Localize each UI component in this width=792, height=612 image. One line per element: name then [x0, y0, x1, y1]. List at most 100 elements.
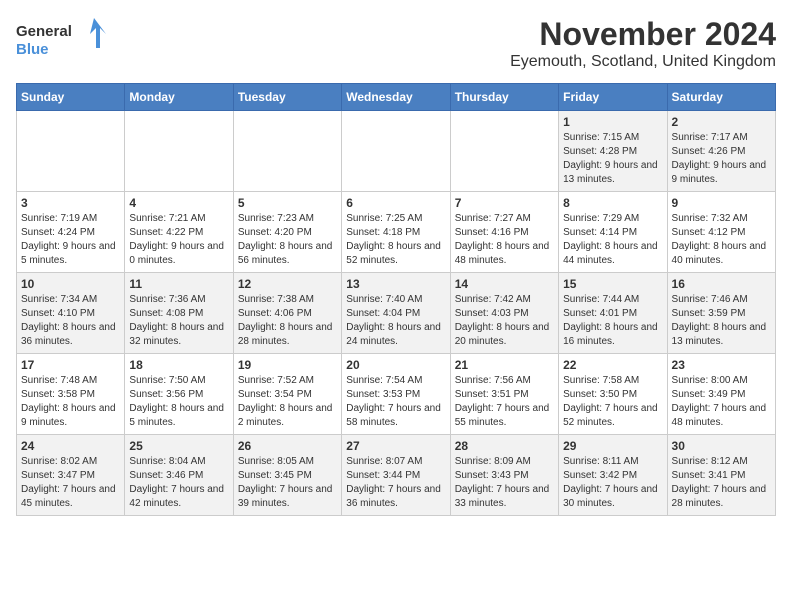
day-number: 1: [563, 115, 662, 129]
day-info: Sunrise: 7:58 AMSunset: 3:50 PMDaylight:…: [563, 374, 662, 430]
day-info: Sunrise: 7:19 AMSunset: 4:24 PMDaylight:…: [21, 212, 120, 268]
day-info: Sunrise: 7:36 AMSunset: 4:08 PMDaylight:…: [129, 293, 228, 349]
week-row-4: 24 Sunrise: 8:02 AMSunset: 3:47 PMDayligh…: [17, 435, 776, 516]
header-day-monday: Monday: [125, 84, 233, 111]
calendar-cell: 18 Sunrise: 7:50 AMSunset: 3:56 PMDayligh…: [125, 354, 233, 435]
day-info: Sunrise: 7:23 AMSunset: 4:20 PMDaylight:…: [238, 212, 337, 268]
day-number: 27: [346, 439, 445, 453]
calendar-cell: 22 Sunrise: 7:58 AMSunset: 3:50 PMDayligh…: [559, 354, 667, 435]
day-number: 19: [238, 358, 337, 372]
day-info: Sunrise: 7:50 AMSunset: 3:56 PMDaylight:…: [129, 374, 228, 430]
day-number: 14: [455, 277, 554, 291]
day-number: 5: [238, 196, 337, 210]
calendar-header: SundayMondayTuesdayWednesdayThursdayFrid…: [17, 84, 776, 111]
day-info: Sunrise: 8:02 AMSunset: 3:47 PMDaylight:…: [21, 455, 120, 511]
day-info: Sunrise: 7:38 AMSunset: 4:06 PMDaylight:…: [238, 293, 337, 349]
day-info: Sunrise: 7:54 AMSunset: 3:53 PMDaylight:…: [346, 374, 445, 430]
calendar-cell: 2 Sunrise: 7:17 AMSunset: 4:26 PMDaylight…: [667, 111, 775, 192]
day-number: 25: [129, 439, 228, 453]
day-number: 22: [563, 358, 662, 372]
day-number: 16: [672, 277, 771, 291]
day-info: Sunrise: 8:11 AMSunset: 3:42 PMDaylight:…: [563, 455, 662, 511]
day-number: 29: [563, 439, 662, 453]
day-info: Sunrise: 7:42 AMSunset: 4:03 PMDaylight:…: [455, 293, 554, 349]
day-info: Sunrise: 7:56 AMSunset: 3:51 PMDaylight:…: [455, 374, 554, 430]
day-number: 12: [238, 277, 337, 291]
day-number: 28: [455, 439, 554, 453]
calendar-cell: 26Sunrise: 8:05 AMSunset: 3:45 PMDayligh…: [233, 435, 341, 516]
calendar-cell: 24 Sunrise: 8:02 AMSunset: 3:47 PMDayligh…: [17, 435, 125, 516]
day-number: 4: [129, 196, 228, 210]
day-info: Sunrise: 8:09 AMSunset: 3:43 PMDaylight:…: [455, 455, 554, 511]
day-number: 23: [672, 358, 771, 372]
day-number: 24: [21, 439, 120, 453]
day-info: Sunrise: 7:29 AMSunset: 4:14 PMDaylight:…: [563, 212, 662, 268]
header-day-sunday: Sunday: [17, 84, 125, 111]
calendar-cell: 8 Sunrise: 7:29 AMSunset: 4:14 PMDaylight…: [559, 192, 667, 273]
week-row-1: 3 Sunrise: 7:19 AMSunset: 4:24 PMDaylight…: [17, 192, 776, 273]
day-info: Sunrise: 7:17 AMSunset: 4:26 PMDaylight:…: [672, 131, 771, 187]
day-number: 10: [21, 277, 120, 291]
day-number: 6: [346, 196, 445, 210]
day-info: Sunrise: 7:27 AMSunset: 4:16 PMDaylight:…: [455, 212, 554, 268]
header-day-wednesday: Wednesday: [342, 84, 450, 111]
calendar-cell: 13Sunrise: 7:40 AMSunset: 4:04 PMDayligh…: [342, 273, 450, 354]
calendar-cell: 19 Sunrise: 7:52 AMSunset: 3:54 PMDayligh…: [233, 354, 341, 435]
day-number: 13: [346, 277, 445, 291]
day-number: 8: [563, 196, 662, 210]
day-number: 17: [21, 358, 120, 372]
header-day-friday: Friday: [559, 84, 667, 111]
calendar-cell: [17, 111, 125, 192]
day-number: 9: [672, 196, 771, 210]
week-row-2: 10 Sunrise: 7:34 AMSunset: 4:10 PMDayligh…: [17, 273, 776, 354]
day-info: Sunrise: 7:21 AMSunset: 4:22 PMDaylight:…: [129, 212, 228, 268]
calendar-cell: 10 Sunrise: 7:34 AMSunset: 4:10 PMDayligh…: [17, 273, 125, 354]
day-number: 2: [672, 115, 771, 129]
header: General Blue November 2024 Eyemouth, Sco…: [16, 16, 776, 71]
week-row-0: 1 Sunrise: 7:15 AMSunset: 4:28 PMDaylight…: [17, 111, 776, 192]
day-number: 18: [129, 358, 228, 372]
day-info: Sunrise: 7:44 AMSunset: 4:01 PMDaylight:…: [563, 293, 662, 349]
calendar-cell: 28 Sunrise: 8:09 AMSunset: 3:43 PMDayligh…: [450, 435, 558, 516]
day-number: 30: [672, 439, 771, 453]
calendar-cell: 25 Sunrise: 8:04 AMSunset: 3:46 PMDayligh…: [125, 435, 233, 516]
calendar-cell: 15Sunrise: 7:44 AMSunset: 4:01 PMDayligh…: [559, 273, 667, 354]
calendar-cell: 27Sunrise: 8:07 AMSunset: 3:44 PMDayligh…: [342, 435, 450, 516]
calendar-cell: [233, 111, 341, 192]
calendar-body: 1 Sunrise: 7:15 AMSunset: 4:28 PMDaylight…: [17, 111, 776, 516]
day-info: Sunrise: 7:34 AMSunset: 4:10 PMDaylight:…: [21, 293, 120, 349]
calendar-cell: 7Sunrise: 7:27 AMSunset: 4:16 PMDaylight…: [450, 192, 558, 273]
week-row-3: 17 Sunrise: 7:48 AMSunset: 3:58 PMDayligh…: [17, 354, 776, 435]
calendar-cell: 16Sunrise: 7:46 AMSunset: 3:59 PMDayligh…: [667, 273, 775, 354]
title-section: November 2024 Eyemouth, Scotland, United…: [510, 16, 776, 71]
day-info: Sunrise: 8:12 AMSunset: 3:41 PMDaylight:…: [672, 455, 771, 511]
header-day-saturday: Saturday: [667, 84, 775, 111]
header-day-tuesday: Tuesday: [233, 84, 341, 111]
calendar-cell: 29 Sunrise: 8:11 AMSunset: 3:42 PMDayligh…: [559, 435, 667, 516]
day-info: Sunrise: 7:25 AMSunset: 4:18 PMDaylight:…: [346, 212, 445, 268]
day-number: 3: [21, 196, 120, 210]
calendar-cell: 30 Sunrise: 8:12 AMSunset: 3:41 PMDayligh…: [667, 435, 775, 516]
day-info: Sunrise: 8:04 AMSunset: 3:46 PMDaylight:…: [129, 455, 228, 511]
calendar-cell: [450, 111, 558, 192]
calendar-cell: 12 Sunrise: 7:38 AMSunset: 4:06 PMDayligh…: [233, 273, 341, 354]
calendar-cell: 9Sunrise: 7:32 AMSunset: 4:12 PMDaylight…: [667, 192, 775, 273]
calendar-cell: 5 Sunrise: 7:23 AMSunset: 4:20 PMDaylight…: [233, 192, 341, 273]
calendar-cell: 3 Sunrise: 7:19 AMSunset: 4:24 PMDaylight…: [17, 192, 125, 273]
calendar-cell: 20Sunrise: 7:54 AMSunset: 3:53 PMDayligh…: [342, 354, 450, 435]
subtitle: Eyemouth, Scotland, United Kingdom: [510, 53, 776, 71]
svg-text:General: General: [16, 23, 72, 40]
calendar-cell: 1 Sunrise: 7:15 AMSunset: 4:28 PMDaylight…: [559, 111, 667, 192]
calendar-cell: 11Sunrise: 7:36 AMSunset: 4:08 PMDayligh…: [125, 273, 233, 354]
calendar-cell: 14 Sunrise: 7:42 AMSunset: 4:03 PMDayligh…: [450, 273, 558, 354]
day-info: Sunrise: 7:52 AMSunset: 3:54 PMDaylight:…: [238, 374, 337, 430]
day-info: Sunrise: 7:15 AMSunset: 4:28 PMDaylight:…: [563, 131, 662, 187]
header-row: SundayMondayTuesdayWednesdayThursdayFrid…: [17, 84, 776, 111]
day-info: Sunrise: 8:00 AMSunset: 3:49 PMDaylight:…: [672, 374, 771, 430]
calendar-cell: [342, 111, 450, 192]
logo-icon: General Blue: [16, 16, 116, 61]
day-number: 21: [455, 358, 554, 372]
header-day-thursday: Thursday: [450, 84, 558, 111]
day-info: Sunrise: 7:48 AMSunset: 3:58 PMDaylight:…: [21, 374, 120, 430]
calendar-cell: 23 Sunrise: 8:00 AMSunset: 3:49 PMDayligh…: [667, 354, 775, 435]
